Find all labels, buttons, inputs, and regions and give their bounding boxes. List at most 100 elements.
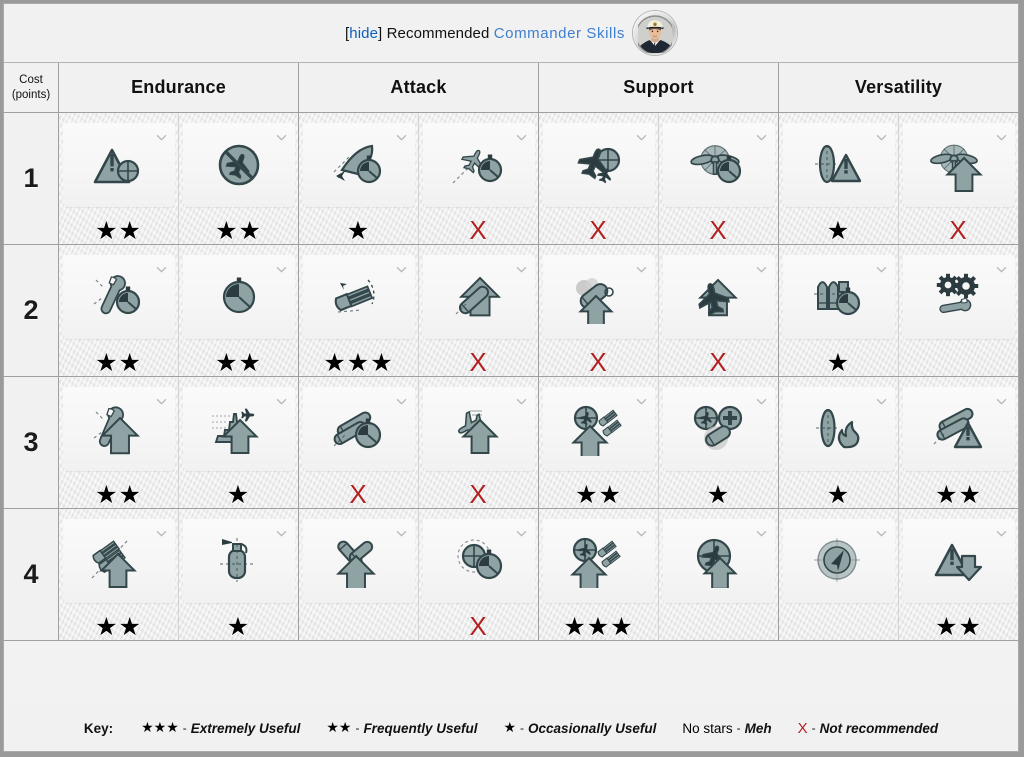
- skill-cell: ★★: [898, 377, 1018, 508]
- key-description: Occasionally Useful: [528, 720, 657, 736]
- key-dash: -: [811, 721, 816, 735]
- key-description: Frequently Useful: [363, 720, 478, 736]
- skill-icon-plane-crosshair[interactable]: [542, 123, 655, 207]
- skill-icon-wrench-up-arrow[interactable]: [62, 387, 175, 471]
- skill-icon-wrench-stopwatch[interactable]: [62, 255, 175, 339]
- title-prefix: Recommended: [386, 24, 490, 42]
- skill-group-attack: ★ X: [299, 113, 539, 244]
- skill-rating: X: [469, 215, 488, 245]
- chevron-down-icon[interactable]: [516, 398, 527, 405]
- skill-cell: ★: [178, 377, 298, 508]
- cost-cell: 3: [4, 377, 59, 508]
- chevron-down-icon[interactable]: [876, 134, 887, 141]
- chevron-down-icon[interactable]: [156, 266, 167, 273]
- chevron-down-icon[interactable]: [876, 266, 887, 273]
- skill-icon-plane-up-arrow[interactable]: [662, 255, 775, 339]
- skill-icon-stopwatch[interactable]: [182, 255, 295, 339]
- skill-rating: ★★: [935, 479, 982, 509]
- chevron-down-icon[interactable]: [636, 266, 647, 273]
- chevron-down-icon[interactable]: [636, 134, 647, 141]
- chevron-down-icon[interactable]: [876, 530, 887, 537]
- skill-icon-no-plane-circle[interactable]: [182, 123, 295, 207]
- key-mark: ★: [503, 720, 517, 736]
- skill-icon-plane-stopwatch[interactable]: [422, 123, 535, 207]
- skill-rating: X: [469, 611, 488, 641]
- chevron-down-icon[interactable]: [276, 266, 287, 273]
- skill-icon-turrets-up-arrow[interactable]: [62, 519, 175, 603]
- page-title: [hide] Recommended Commander Skills: [345, 25, 625, 42]
- chevron-down-icon[interactable]: [996, 398, 1007, 405]
- skill-cell: X: [898, 113, 1018, 244]
- skill-group-endurance: ★★ ★: [59, 377, 299, 508]
- skill-icon-plane-target-up-arrow[interactable]: [662, 519, 775, 603]
- skill-icon-turret-rotation[interactable]: [302, 255, 415, 339]
- chevron-down-icon[interactable]: [756, 266, 767, 273]
- chevron-down-icon[interactable]: [156, 398, 167, 405]
- chevron-down-icon[interactable]: [756, 398, 767, 405]
- chevron-down-icon[interactable]: [756, 530, 767, 537]
- table-row: 1 ★★ ★★ ★ X X X ★ X: [4, 113, 1018, 245]
- commander-avatar: [633, 11, 678, 55]
- skill-icon-carrier-plane-up[interactable]: [182, 387, 295, 471]
- skill-icon-propeller-up-arrow[interactable]: [902, 123, 1015, 207]
- chevron-down-icon[interactable]: [276, 398, 287, 405]
- chevron-down-icon[interactable]: [636, 530, 647, 537]
- hide-link[interactable]: hide: [349, 25, 378, 42]
- skill-icon-torpedo-tubes-stopwatch[interactable]: [302, 387, 415, 471]
- skill-rating: X: [589, 215, 608, 245]
- chevron-down-icon[interactable]: [396, 134, 407, 141]
- skill-rating: X: [709, 215, 728, 245]
- skill-group-support: ★★★: [539, 377, 779, 508]
- skill-group-versatility: ★ X: [779, 113, 1018, 244]
- skill-icon-gears-wrench[interactable]: [902, 255, 1015, 339]
- chevron-down-icon[interactable]: [516, 134, 527, 141]
- skill-icon-propeller-stopwatch[interactable]: [662, 123, 775, 207]
- chevron-down-icon[interactable]: [396, 398, 407, 405]
- skill-cell: X: [418, 377, 538, 508]
- chevron-down-icon[interactable]: [156, 530, 167, 537]
- chevron-down-icon[interactable]: [756, 134, 767, 141]
- skill-cell: X: [658, 113, 778, 244]
- chevron-down-icon[interactable]: [276, 530, 287, 537]
- key-item: X - Not recommended: [798, 720, 939, 737]
- skill-group-support: ★★★: [539, 509, 779, 640]
- chevron-down-icon[interactable]: [516, 266, 527, 273]
- skill-icon-radar-stopwatch[interactable]: [422, 519, 535, 603]
- chevron-down-icon[interactable]: [996, 266, 1007, 273]
- skill-icon-plane-up-arrow-2[interactable]: [422, 387, 535, 471]
- skill-icon-aa-plane-up-arrow[interactable]: [542, 387, 655, 471]
- skill-icon-shells-stopwatch[interactable]: [782, 255, 895, 339]
- chevron-down-icon[interactable]: [636, 398, 647, 405]
- skill-icon-torpedo-fire[interactable]: [782, 387, 895, 471]
- skill-rating: ★★: [95, 347, 142, 377]
- skill-icon-torpedo-warning[interactable]: [782, 123, 895, 207]
- skill-icon-fire-extinguisher[interactable]: [182, 519, 295, 603]
- cost-cell: 2: [4, 245, 59, 376]
- skill-rating: ★★★: [323, 347, 394, 377]
- skill-icon-warning-down-arrow[interactable]: [902, 519, 1015, 603]
- chevron-down-icon[interactable]: [156, 134, 167, 141]
- skill-group-attack: ★★★ X: [299, 245, 539, 376]
- skill-icon-warning-triangle-target[interactable]: [62, 123, 175, 207]
- skill-cell: ★: [178, 509, 298, 640]
- chevron-down-icon[interactable]: [876, 398, 887, 405]
- skill-cell: [779, 509, 898, 640]
- chevron-down-icon[interactable]: [516, 530, 527, 537]
- skill-icon-aa-plane-up-arrow-2[interactable]: [542, 519, 655, 603]
- skill-icon-torpedo-cross-up-arrow[interactable]: [302, 519, 415, 603]
- skill-icon-torpedo-up-arrow[interactable]: [422, 255, 535, 339]
- skill-rating: ★: [346, 215, 371, 245]
- skill-icon-smoke-generator-up[interactable]: [542, 255, 655, 339]
- chevron-down-icon[interactable]: [396, 530, 407, 537]
- cost-cell: 1: [4, 113, 59, 244]
- commander-skills-link[interactable]: Commander Skills: [494, 25, 625, 42]
- skill-icon-torpedo-tubes-warning[interactable]: [902, 387, 1015, 471]
- skill-icon-aa-plus-consumable[interactable]: [662, 387, 775, 471]
- chevron-down-icon[interactable]: [996, 530, 1007, 537]
- chevron-down-icon[interactable]: [996, 134, 1007, 141]
- skill-cell: [658, 509, 778, 640]
- chevron-down-icon[interactable]: [276, 134, 287, 141]
- skill-icon-radar-dome[interactable]: [782, 519, 895, 603]
- chevron-down-icon[interactable]: [396, 266, 407, 273]
- skill-icon-ship-speed-stopwatch[interactable]: [302, 123, 415, 207]
